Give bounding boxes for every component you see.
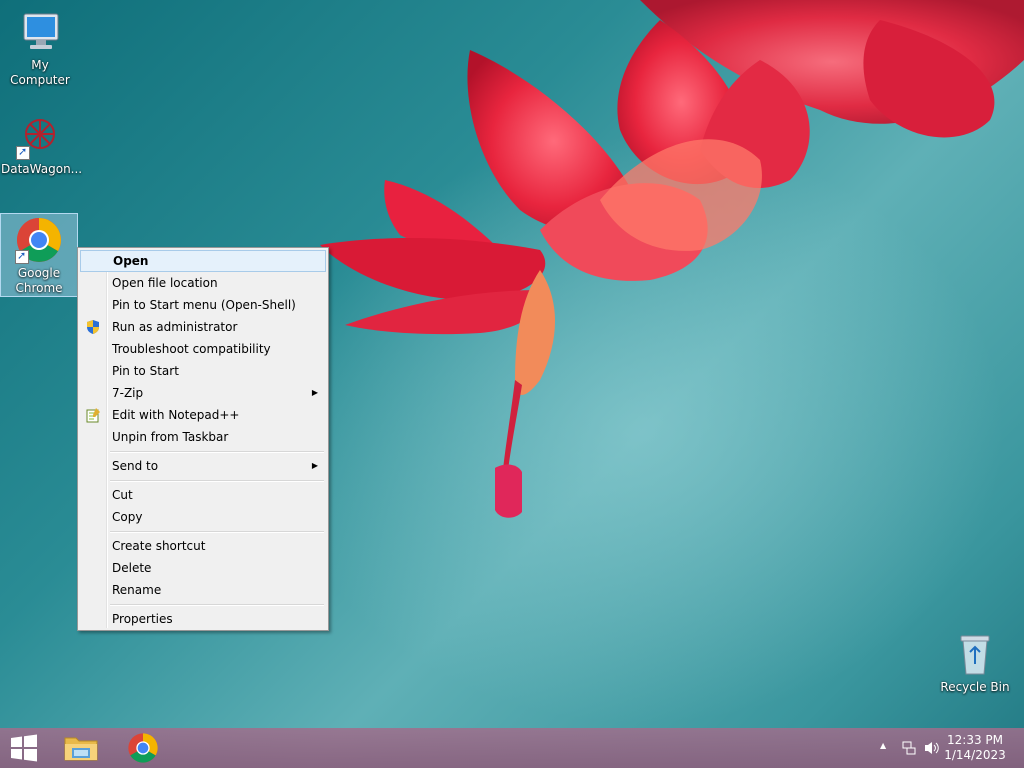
menu-item-run-as-admin[interactable]: Run as administrator	[80, 316, 326, 338]
clock[interactable]: 12:33 PM 1/14/2023	[943, 733, 1007, 763]
uac-shield-icon	[87, 320, 99, 334]
menu-item-label: Create shortcut	[112, 539, 206, 553]
menu-item-troubleshoot[interactable]: Troubleshoot compatibility	[80, 338, 326, 360]
desktop-icon-recycle-bin[interactable]: Recycle Bin	[936, 630, 1014, 695]
menu-item-7zip[interactable]: 7-Zip ▶	[80, 382, 326, 404]
notepadpp-icon	[86, 408, 100, 423]
desktop-icon-label: My Computer	[10, 58, 70, 87]
menu-item-label: Run as administrator	[112, 320, 238, 334]
taskbar-chrome[interactable]	[118, 728, 168, 768]
menu-item-label: Copy	[112, 510, 143, 524]
menu-item-open[interactable]: Open	[80, 250, 326, 272]
menu-item-label: Properties	[112, 612, 173, 626]
clock-date: 1/14/2023	[944, 748, 1006, 762]
taskbar: ▲ 12:33 PM 1/14/2023	[0, 728, 1024, 768]
menu-item-pin-start-openshell[interactable]: Pin to Start menu (Open-Shell)	[80, 294, 326, 316]
datawagon-icon	[16, 112, 64, 160]
menu-item-label: Unpin from Taskbar	[112, 430, 229, 444]
chrome-icon	[15, 216, 63, 264]
desktop-icon-label: Chrome	[15, 281, 63, 295]
submenu-arrow-icon: ▶	[311, 461, 318, 470]
system-tray: ▲ 12:33 PM 1/14/2023	[864, 728, 1024, 768]
menu-item-create-shortcut[interactable]: Create shortcut	[80, 535, 326, 557]
file-explorer-icon	[64, 737, 98, 761]
shortcut-arrow-icon	[16, 144, 30, 160]
menu-item-unpin-taskbar[interactable]: Unpin from Taskbar	[80, 426, 326, 448]
menu-separator	[110, 451, 324, 453]
menu-item-label: Send to	[112, 459, 159, 473]
menu-item-properties[interactable]: Properties	[80, 608, 326, 630]
menu-item-label: Open	[113, 254, 149, 268]
menu-item-pin-to-start[interactable]: Pin to Start	[80, 360, 326, 382]
menu-item-label: Cut	[112, 488, 133, 502]
computer-icon	[16, 8, 64, 56]
recycle-bin-icon	[951, 630, 999, 678]
volume-icon[interactable]	[923, 740, 941, 756]
menu-item-label: Pin to Start menu (Open-Shell)	[112, 298, 296, 312]
menu-item-label: Delete	[112, 561, 152, 575]
menu-item-open-file-location[interactable]: Open file location	[80, 272, 326, 294]
desktop-icon-label: Recycle Bin	[940, 680, 1010, 694]
menu-item-label: Troubleshoot compatibility	[112, 342, 271, 356]
menu-item-rename[interactable]: Rename	[80, 579, 326, 601]
taskbar-file-explorer[interactable]	[56, 728, 106, 768]
start-button[interactable]	[0, 728, 50, 768]
desktop-icon-datawagon[interactable]: DataWagon...	[1, 112, 83, 177]
desktop-icon-google-chrome[interactable]: Google Chrome	[0, 213, 78, 297]
menu-item-edit-notepadpp[interactable]: Edit with Notepad++	[80, 404, 326, 426]
submenu-arrow-icon: ▶	[311, 388, 318, 397]
menu-item-label: Open file location	[112, 276, 218, 290]
windows-logo-icon	[11, 734, 37, 762]
tray-overflow-icon[interactable]: ▲	[880, 741, 886, 750]
desktop-icon-label: DataWagon...	[1, 162, 83, 176]
menu-item-cut[interactable]: Cut	[80, 484, 326, 506]
menu-item-send-to[interactable]: Send to ▶	[80, 455, 326, 477]
menu-item-label: 7-Zip	[112, 386, 144, 400]
chrome-icon	[128, 733, 158, 763]
menu-item-label: Pin to Start	[112, 364, 179, 378]
menu-item-label: Edit with Notepad++	[112, 408, 240, 422]
menu-item-label: Rename	[112, 583, 162, 597]
menu-separator	[110, 604, 324, 606]
menu-item-copy[interactable]: Copy	[80, 506, 326, 528]
desktop-icon-my-computer[interactable]: My Computer	[1, 8, 79, 88]
desktop-icon-label: Google	[17, 266, 61, 280]
context-menu: Open Open file location Pin to Start men…	[77, 247, 329, 631]
menu-separator	[110, 531, 324, 533]
menu-item-delete[interactable]: Delete	[80, 557, 326, 579]
network-icon[interactable]	[901, 740, 917, 756]
shortcut-arrow-icon	[15, 248, 29, 264]
clock-time: 12:33 PM	[947, 733, 1003, 747]
menu-separator	[110, 480, 324, 482]
